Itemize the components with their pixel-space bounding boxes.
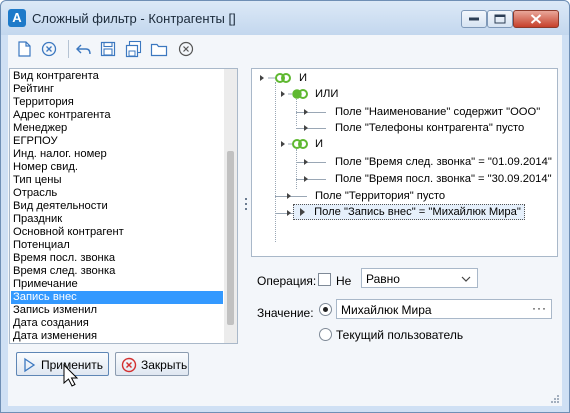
list-item[interactable]: Дата изменения: [11, 330, 223, 343]
list-item[interactable]: Номер свид.: [11, 161, 223, 174]
tree-condition-last-call[interactable]: Поле "Время посл. звонка" = "30.09.2014": [335, 172, 552, 186]
and-group-icon: [281, 139, 308, 149]
list-item[interactable]: Адрес контрагента: [11, 109, 223, 122]
list-item[interactable]: Рейтинг: [11, 83, 223, 96]
current-user-label: Текущий пользователь: [336, 328, 464, 342]
mouse-cursor-icon: [63, 364, 79, 387]
tree-condition-created-by-selected[interactable]: Поле "Запись внес" = "Михайлюк Мира": [293, 204, 525, 220]
value-picker-button[interactable]: ···: [532, 301, 547, 315]
condition-icon: [296, 125, 326, 131]
list-item[interactable]: Примечание: [11, 278, 223, 291]
list-item[interactable]: Отрасль: [11, 187, 223, 200]
condition-icon: [296, 159, 326, 165]
list-item[interactable]: Запись изменил: [11, 304, 223, 317]
open-folder-icon[interactable]: [149, 39, 169, 59]
scrollbar-thumb[interactable]: [227, 151, 234, 325]
field-list-scrollbar[interactable]: [224, 69, 237, 343]
list-item[interactable]: Вид деятельности: [11, 200, 223, 213]
title-bar[interactable]: A Сложный фильтр - Контрагенты []: [1, 1, 569, 35]
list-item[interactable]: Менеджер: [11, 122, 223, 135]
chevron-down-icon: [461, 276, 471, 282]
tree-node-or-label: ИЛИ: [315, 88, 339, 100]
dialog-body: Вид контрагента Рейтинг Территория Адрес…: [8, 35, 562, 406]
condition-icon: [296, 176, 326, 182]
list-item[interactable]: Время посл. звонка: [11, 252, 223, 265]
tree-node-and-group[interactable]: [279, 137, 315, 151]
minimize-button[interactable]: [461, 10, 487, 28]
value-field-text: Михайлюк Мира: [341, 303, 432, 317]
app-icon: A: [8, 9, 26, 27]
undo-icon[interactable]: [74, 39, 94, 59]
list-item[interactable]: Потенциал: [11, 239, 223, 252]
operation-label: Операция:: [257, 274, 317, 288]
close-circle-icon: [121, 357, 137, 373]
condition-icon: [275, 193, 307, 199]
save-all-icon[interactable]: [124, 39, 144, 59]
tree-node-and-label: И: [315, 138, 324, 150]
window-title: Сложный фильтр - Контрагенты []: [32, 11, 236, 26]
new-document-icon[interactable]: [14, 39, 34, 59]
delete-icon[interactable]: [176, 39, 196, 59]
operation-select[interactable]: Равно: [361, 268, 478, 288]
tree-condition-name[interactable]: Поле "Наименование" содержит "ООО": [335, 105, 540, 119]
not-checkbox-label: Не: [336, 274, 352, 288]
tree-condition-territory[interactable]: Поле "Территория" пусто: [315, 189, 445, 203]
tree-condition-phones[interactable]: Поле "Телефоны контрагента" пусто: [335, 121, 524, 135]
field-list[interactable]: Вид контрагента Рейтинг Территория Адрес…: [9, 68, 238, 344]
list-item[interactable]: Инд. налог. номер: [11, 148, 223, 161]
list-item[interactable]: Время след. звонка: [11, 265, 223, 278]
splitter-handle[interactable]: [244, 198, 248, 214]
value-radio[interactable]: [319, 303, 332, 316]
play-icon: [24, 357, 36, 373]
list-item[interactable]: Тип цены: [11, 174, 223, 187]
value-field[interactable]: Михайлюк Мира ···: [336, 299, 552, 319]
list-item[interactable]: Праздник: [11, 213, 223, 226]
toolbar-separator: [68, 40, 69, 58]
list-item[interactable]: ЕГРПОУ: [11, 135, 223, 148]
maximize-icon: [494, 14, 506, 24]
operation-select-value: Равно: [366, 272, 400, 286]
list-item-selected[interactable]: Запись внес: [11, 291, 223, 304]
close-button-label: Закрыть: [141, 358, 188, 372]
tree-node-root-label: И: [299, 72, 308, 84]
close-window-button[interactable]: [513, 10, 559, 28]
close-icon: [530, 14, 542, 24]
filter-tree[interactable]: И ИЛИ Поле "Наименование" содержит "ООО"…: [251, 68, 558, 257]
caret-right-icon: [300, 208, 305, 217]
clear-icon[interactable]: [39, 39, 59, 59]
list-item[interactable]: Вид контрагента: [11, 70, 223, 83]
dialog-window: A Сложный фильтр - Контрагенты [] Вид ко…: [0, 0, 570, 413]
tree-condition-created-by-label: Поле "Запись внес" = "Михайлюк Мира": [314, 206, 521, 218]
list-item[interactable]: Территория: [11, 96, 223, 109]
toolbar: [8, 35, 562, 63]
current-user-radio[interactable]: [319, 328, 332, 341]
or-group-icon: [281, 89, 308, 99]
resize-grip-icon[interactable]: [550, 394, 560, 404]
list-item[interactable]: Дата создания: [11, 317, 223, 330]
minimize-icon: [469, 17, 479, 21]
value-label: Значение:: [257, 306, 314, 320]
tree-node-or-group[interactable]: [279, 87, 315, 101]
not-checkbox[interactable]: [318, 273, 331, 286]
condition-icon: [296, 109, 326, 115]
close-button[interactable]: Закрыть: [115, 352, 189, 376]
save-icon[interactable]: [98, 39, 118, 59]
maximize-button[interactable]: [487, 10, 513, 28]
list-item[interactable]: Основной контрагент: [11, 226, 223, 239]
tree-condition-next-call[interactable]: Поле "Время след. звонка" = "01.09.2014": [335, 155, 552, 169]
